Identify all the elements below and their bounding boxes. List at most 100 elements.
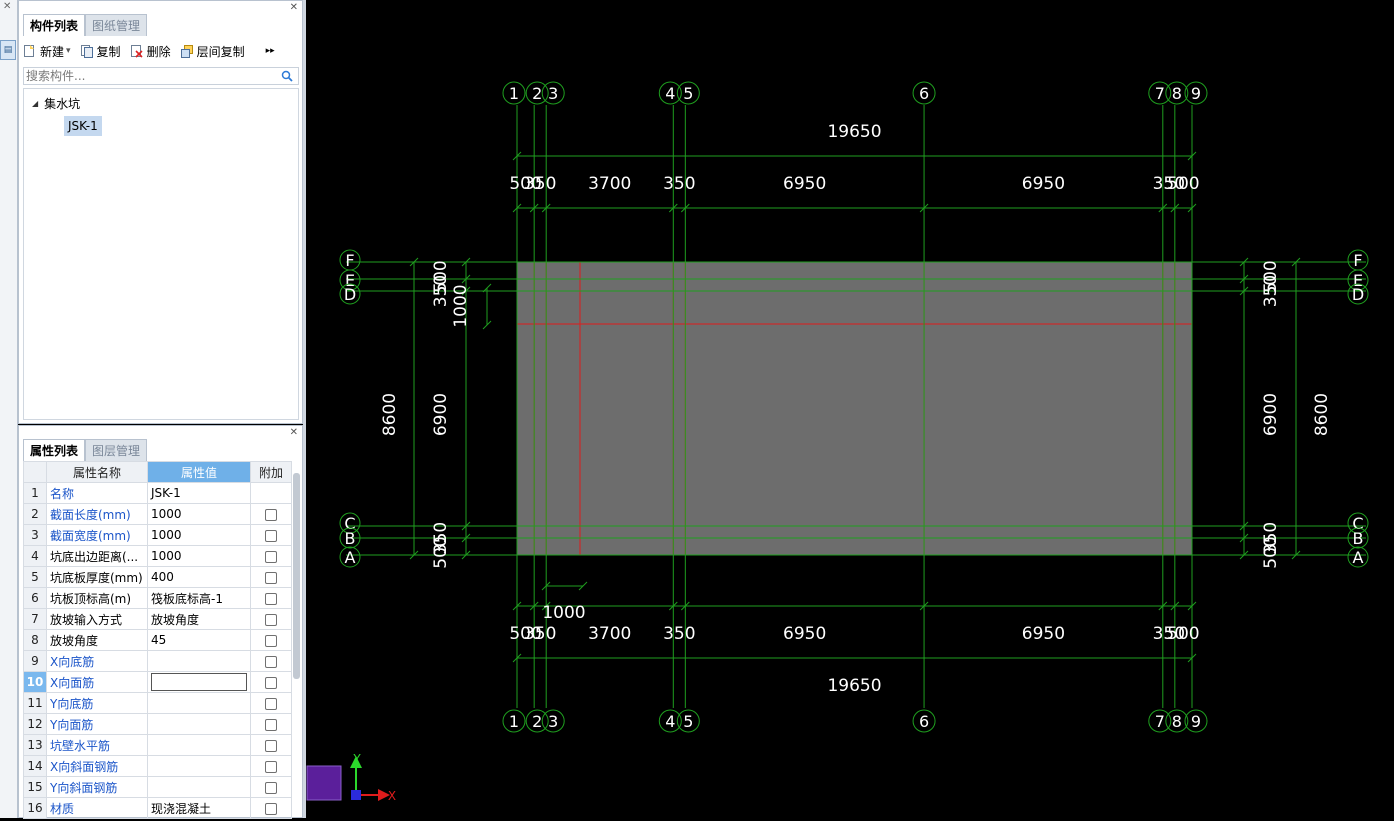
extra-checkbox[interactable] [265, 760, 277, 773]
drawing-canvas[interactable]: 1 1 2 2 3 3 4 4 5 5 6 6 7 7 8 8 9 9 F F E E D D C C B B A A 19650 500 35… [306, 0, 1394, 818]
extra-checkbox[interactable] [265, 613, 277, 626]
extra-checkbox[interactable] [265, 781, 277, 794]
tree-node-sump[interactable]: ◢ 集水坑 [32, 95, 80, 112]
property-name: 名称 [46, 482, 148, 504]
axis-label-y: F [1353, 251, 1362, 270]
dim-label-bottom: 3700 [588, 624, 631, 644]
property-value[interactable]: JSK-1 [147, 482, 251, 504]
property-row[interactable]: 8 放坡角度 45 [23, 629, 292, 651]
tab-component-list[interactable]: 构件列表 [23, 14, 86, 36]
property-value[interactable] [147, 776, 251, 798]
more-tools-icon[interactable]: ▸▸ [266, 46, 275, 56]
property-value[interactable]: 1000 [147, 503, 251, 525]
dim-label-top: 6950 [1022, 174, 1065, 194]
search-icon[interactable] [281, 70, 293, 85]
extra-checkbox[interactable] [265, 739, 277, 752]
new-icon [23, 44, 36, 58]
property-value-input[interactable] [151, 673, 247, 691]
extra-cell [250, 650, 292, 672]
property-row[interactable]: 7 放坡输入方式 放坡角度 [23, 608, 292, 630]
property-row[interactable]: 6 坑板顶标高(m) 筏板底标高-1 [23, 587, 292, 609]
extra-checkbox[interactable] [265, 508, 277, 521]
property-row[interactable]: 5 坑底板厚度(mm) 400 [23, 566, 292, 588]
axis-label-x: 3 [548, 712, 558, 731]
extra-cell [250, 755, 292, 777]
property-row[interactable]: 1 名称 JSK-1 [23, 482, 292, 504]
copy-button[interactable]: 复制 [80, 43, 121, 60]
cad-drawing: 112233445566778899F FE ED DC CB BA A1965050035… [306, 81, 1369, 803]
tree-node-jsk1[interactable]: JSK-1 [64, 116, 102, 136]
extra-checkbox[interactable] [265, 571, 277, 584]
expand-arrow-icon[interactable]: ◢ [32, 99, 38, 108]
property-row[interactable]: 15 Y向斜面钢筋 [23, 776, 292, 798]
axis-label-x: 3 [548, 84, 558, 103]
property-name: X向底筋 [46, 650, 148, 672]
dim-label-top: 500 [1167, 174, 1199, 194]
dock-panel-icon[interactable]: ▤ [0, 40, 16, 60]
property-value[interactable]: 现浇混凝土 [147, 797, 251, 819]
property-scrollbar[interactable] [293, 473, 300, 679]
extra-checkbox[interactable] [265, 676, 277, 689]
dim-label-right: 350 [1261, 275, 1281, 307]
property-value[interactable]: 放坡角度 [147, 608, 251, 630]
close-icon[interactable]: ✕ [3, 1, 11, 12]
axis-label-x: 1 [509, 712, 519, 731]
property-value[interactable] [147, 692, 251, 714]
property-row[interactable]: 4 坑底出边距离(... 1000 [23, 545, 292, 567]
property-row[interactable]: 3 截面宽度(mm) 1000 [23, 524, 292, 546]
tab-drawing-management[interactable]: 图纸管理 [85, 14, 148, 36]
extra-checkbox[interactable] [265, 634, 277, 647]
property-row[interactable]: 2 截面长度(mm) 1000 [23, 503, 292, 525]
property-name: X向面筋 [46, 671, 148, 693]
tab-property-list[interactable]: 属性列表 [23, 439, 86, 461]
dim-total-left: 8600 [380, 393, 400, 436]
dim-label-left: 350 [431, 275, 451, 307]
extra-checkbox[interactable] [265, 802, 277, 815]
property-value[interactable] [147, 650, 251, 672]
extra-checkbox[interactable] [265, 655, 277, 668]
floor-copy-button[interactable]: 层间复制 [180, 43, 245, 60]
property-value[interactable]: 1000 [147, 545, 251, 567]
property-value[interactable]: 400 [147, 566, 251, 588]
view-cube-icon [306, 765, 342, 801]
scrollbar-thumb[interactable] [293, 473, 300, 679]
property-value[interactable] [147, 713, 251, 735]
property-row[interactable]: 9 X向底筋 [23, 650, 292, 672]
new-button[interactable]: 新建 ▾ [23, 43, 71, 60]
dim-total-bottom: 19650 [827, 676, 881, 696]
property-value[interactable] [147, 734, 251, 756]
dim-label-bottom: 6950 [783, 624, 826, 644]
tab-layer-management[interactable]: 图层管理 [85, 439, 148, 461]
search-input[interactable] [24, 68, 276, 84]
extra-checkbox[interactable] [265, 592, 277, 605]
dim-label-bottom: 350 [663, 624, 695, 644]
dim-label-left: 6900 [431, 393, 451, 436]
chevron-down-icon[interactable]: ▾ [66, 46, 71, 56]
component-tabs: 构件列表 图纸管理 [23, 14, 148, 36]
property-name: Y向斜面钢筋 [46, 776, 148, 798]
property-row[interactable]: 11 Y向底筋 [23, 692, 292, 714]
property-value[interactable]: 45 [147, 629, 251, 651]
property-row[interactable]: 13 坑壁水平筋 [23, 734, 292, 756]
property-row[interactable]: 16 材质 现浇混凝土 [23, 797, 292, 819]
dim-label-top: 3700 [588, 174, 631, 194]
property-name: 坑底板厚度(mm) [46, 566, 148, 588]
property-row[interactable]: 12 Y向面筋 [23, 713, 292, 735]
row-number: 13 [23, 734, 47, 756]
delete-button[interactable]: 删除 [130, 43, 171, 60]
property-value[interactable]: 1000 [147, 524, 251, 546]
property-value[interactable]: 筏板底标高-1 [147, 587, 251, 609]
extra-checkbox[interactable] [265, 529, 277, 542]
dim-label-left: 500 [431, 536, 451, 568]
extra-checkbox[interactable] [265, 697, 277, 710]
property-value-cell[interactable] [147, 671, 251, 693]
axis-label-x: 6 [919, 712, 929, 731]
property-row[interactable]: 14 X向斜面钢筋 [23, 755, 292, 777]
close-icon[interactable]: ✕ [290, 427, 298, 438]
property-value[interactable] [147, 755, 251, 777]
close-icon[interactable]: ✕ [290, 2, 298, 13]
property-row[interactable]: 10 X向面筋 [23, 671, 292, 693]
extra-checkbox[interactable] [265, 718, 277, 731]
extra-checkbox[interactable] [265, 550, 277, 563]
extra-cell [250, 734, 292, 756]
